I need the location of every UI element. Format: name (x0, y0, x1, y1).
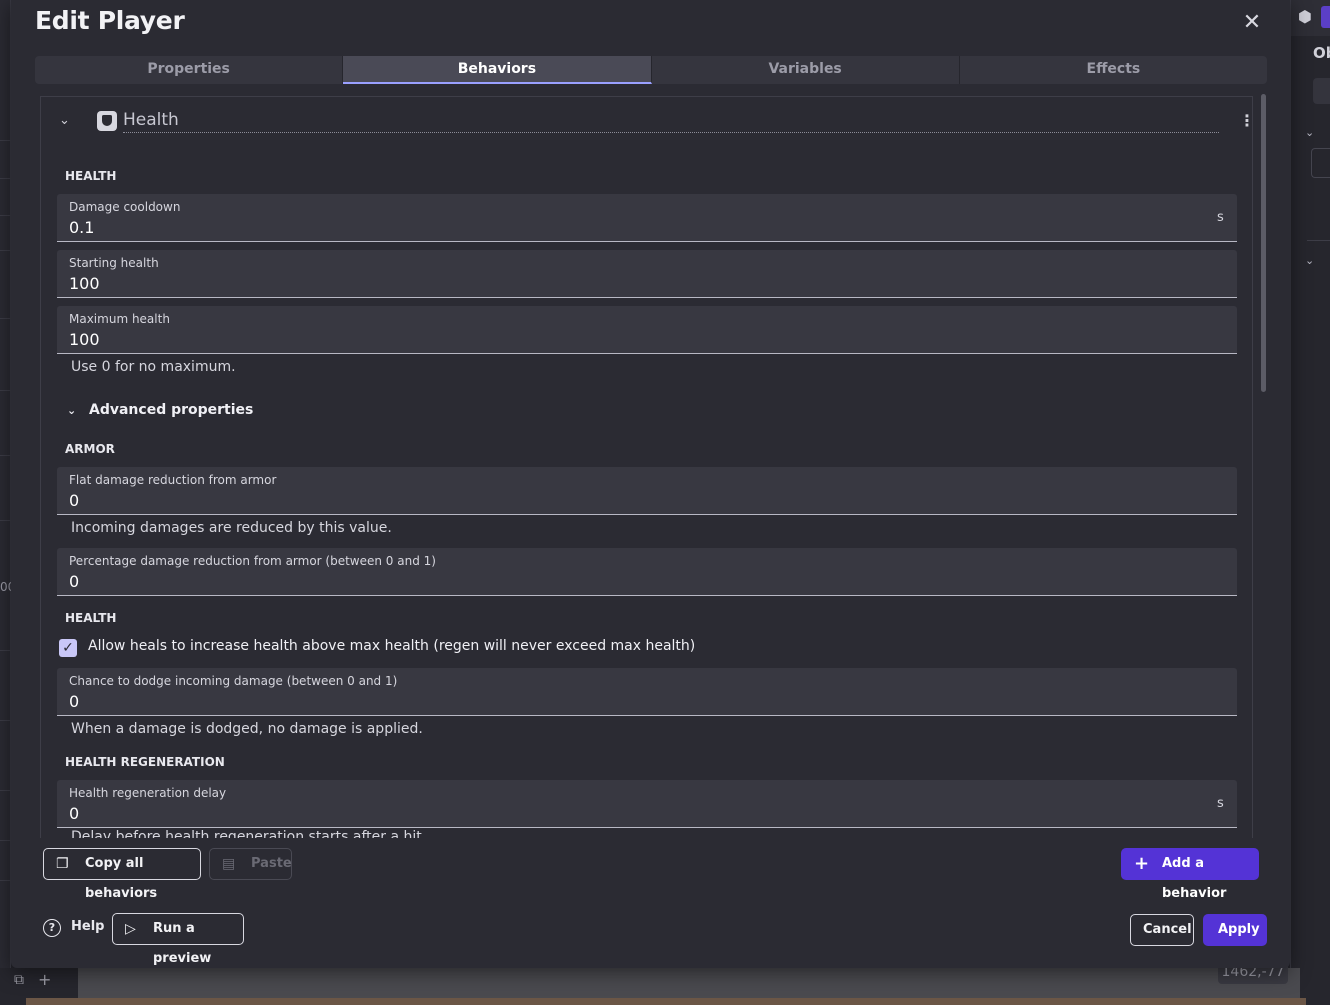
shield-heart-icon (97, 111, 117, 131)
help-icon: ? (43, 919, 61, 937)
objects-list-box[interactable] (1311, 148, 1330, 178)
objects-search-box[interactable] (1313, 78, 1330, 104)
chevron-down-icon[interactable]: ⌄ (59, 113, 70, 128)
copy-all-behaviors-button[interactable]: ❐ Copy all behaviors (43, 848, 201, 901)
section-heading: ARMOR (65, 442, 115, 456)
more-options-icon[interactable]: ⋮ (1239, 111, 1252, 130)
right-objects-panel: ⬢ Ob ⌄ ⌄ (1290, 0, 1330, 1005)
field-label: Health regeneration delay (69, 786, 227, 800)
behavior-header: ⌄ Health ⋮ (55, 109, 1252, 135)
field-unit: s (1217, 210, 1224, 225)
chevron-down-icon[interactable]: ⌄ (1305, 126, 1314, 139)
add-behavior-button[interactable]: + Add a behavior (1121, 848, 1259, 901)
clipboard-icon: ▤ (222, 856, 236, 872)
tab-variables[interactable]: Variables (652, 56, 960, 84)
field-unit: s (1217, 796, 1224, 811)
panel-divider (1307, 240, 1330, 241)
behavior-panel: ⌄ Health ⋮ HEALTH Damage cooldown 0.1 s … (40, 96, 1253, 838)
section-heading: HEALTH REGENERATION (65, 755, 225, 769)
maximum-health-field[interactable]: Maximum health 100 (57, 306, 1237, 354)
field-value[interactable]: 0 (69, 491, 79, 510)
field-value[interactable]: 0 (69, 804, 79, 823)
field-label: Chance to dodge incoming damage (between… (69, 674, 398, 688)
plus-icon: + (1134, 853, 1150, 874)
field-value[interactable]: 100 (69, 274, 100, 293)
field-value[interactable]: 100 (69, 330, 100, 349)
objects-cube-icon[interactable]: ⬢ (1294, 6, 1316, 28)
starting-health-field[interactable]: Starting health 100 (57, 250, 1237, 298)
field-label: Damage cooldown (69, 200, 181, 214)
checkbox-label[interactable]: Allow heals to increase health above max… (88, 638, 695, 654)
close-icon[interactable]: ✕ (1239, 10, 1265, 36)
check-icon[interactable]: ✓ (59, 639, 77, 657)
paste-button[interactable]: ▤ Paste (209, 848, 292, 880)
edit-player-dialog: Edit Player ✕ Properties Behaviors Varia… (11, 0, 1290, 968)
section-heading: HEALTH (65, 611, 117, 625)
section-heading: HEALTH (65, 169, 117, 183)
tab-behaviors[interactable]: Behaviors (343, 56, 652, 84)
damage-cooldown-field[interactable]: Damage cooldown 0.1 s (57, 194, 1237, 242)
flat-damage-reduction-field[interactable]: Flat damage reduction from armor 0 (57, 467, 1237, 515)
objects-panel-title: Ob (1313, 44, 1330, 62)
chevron-down-icon[interactable]: ⌄ (1305, 254, 1314, 267)
dodge-chance-field[interactable]: Chance to dodge incoming damage (between… (57, 668, 1237, 716)
field-label: Flat damage reduction from armor (69, 473, 277, 487)
chevron-down-icon: ⌄ (67, 404, 77, 417)
field-value[interactable]: 0 (69, 572, 79, 591)
dialog-title: Edit Player (35, 6, 185, 35)
field-value[interactable]: 0 (69, 692, 79, 711)
field-hint: Incoming damages are reduced by this val… (71, 520, 392, 536)
add-icon[interactable]: + (38, 970, 51, 989)
active-panel-button[interactable] (1321, 6, 1330, 28)
copy-icon: ❐ (56, 856, 69, 872)
left-editor-panel: 00 (0, 0, 15, 1005)
apply-button[interactable]: Apply (1203, 914, 1267, 946)
behavior-name-field[interactable]: Health (123, 109, 1219, 133)
field-label: Percentage damage reduction from armor (… (69, 554, 436, 568)
field-label: Starting health (69, 256, 159, 270)
health-regeneration-delay-field[interactable]: Health regeneration delay 0 s (57, 780, 1237, 828)
cancel-button[interactable]: Cancel (1130, 914, 1194, 946)
advanced-properties-toggle[interactable]: ⌄ Advanced properties (67, 402, 253, 418)
scene-canvas-edge (26, 998, 1306, 1005)
field-value[interactable]: 0.1 (69, 218, 94, 237)
field-hint: Delay before health regeneration starts … (71, 829, 427, 838)
field-hint: Use 0 for no maximum. (71, 359, 236, 375)
dialog-tabs: Properties Behaviors Variables Effects (35, 56, 1267, 84)
percentage-damage-reduction-field[interactable]: Percentage damage reduction from armor (… (57, 548, 1237, 596)
panel-scrollbar[interactable] (1261, 94, 1266, 392)
run-preview-button[interactable]: ▷ Run a preview (112, 913, 244, 966)
play-icon: ▷ (125, 921, 136, 937)
field-label: Maximum health (69, 312, 170, 326)
field-hint: When a damage is dodged, no damage is ap… (71, 721, 423, 737)
tab-effects[interactable]: Effects (960, 56, 1267, 84)
advanced-properties-label: Advanced properties (89, 402, 254, 418)
tab-properties[interactable]: Properties (35, 56, 344, 84)
open-external-icon[interactable]: ⧉ (14, 972, 24, 988)
